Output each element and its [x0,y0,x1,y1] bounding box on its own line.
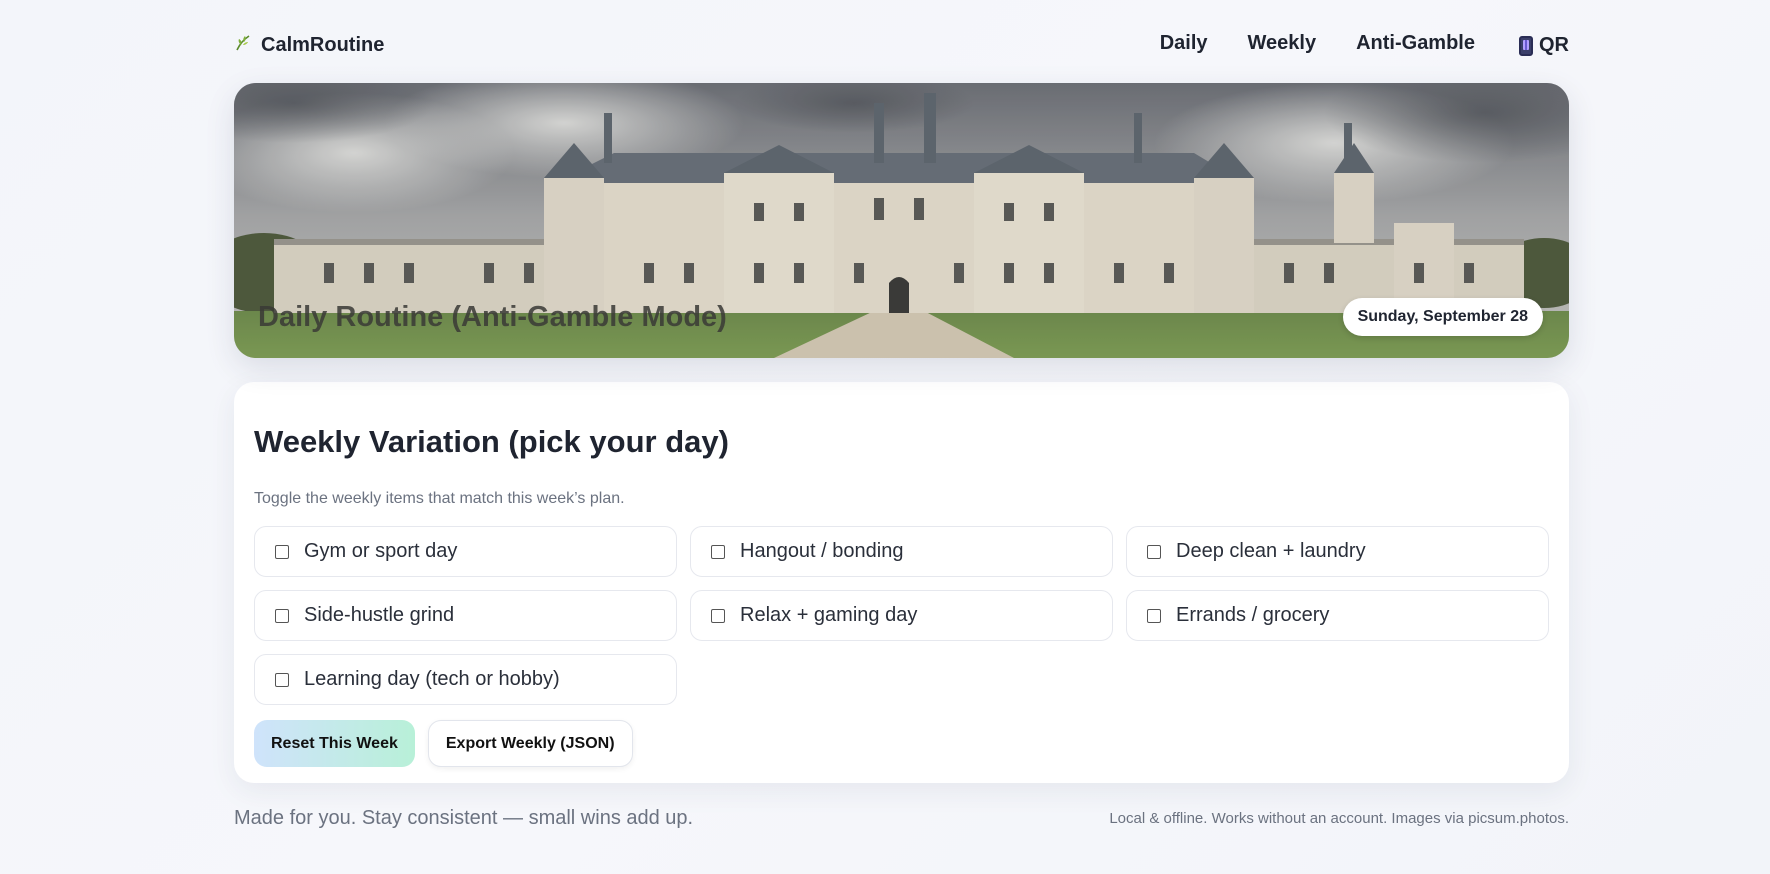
top-nav: CalmRoutine Daily Weekly Anti-Gamble QR [234,0,1569,83]
weekly-item-label: Deep clean + laundry [1176,540,1366,562]
checkbox[interactable] [1147,544,1161,559]
date-badge: Sunday, September 28 [1342,298,1543,336]
nav-link-qr[interactable]: QR [1519,34,1569,57]
footer: Made for you. Stay consistent — small wi… [234,807,1569,830]
nav-link-weekly[interactable]: Weekly [1248,32,1317,55]
weekly-item-label: Learning day (tech or hobby) [304,668,560,690]
section-title: Weekly Variation (pick your day) [254,424,729,459]
weekly-item-gym[interactable]: Gym or sport day [254,526,677,577]
weekly-item-label: Relax + gaming day [740,604,918,626]
phone-icon [1519,35,1533,56]
checkbox[interactable] [275,544,289,559]
footer-tagline: Made for you. Stay consistent — small wi… [234,807,694,829]
brand-logo[interactable]: CalmRoutine [234,34,384,57]
nav-link-daily[interactable]: Daily [1160,32,1208,55]
leaf-icon [234,34,252,57]
page: CalmRoutine Daily Weekly Anti-Gamble QR [234,0,1569,830]
checkbox[interactable] [1147,608,1161,623]
weekly-item-side-hustle[interactable]: Side-hustle grind [254,590,677,641]
weekly-item-label: Hangout / bonding [740,540,904,562]
weekly-variation-card: Weekly Variation (pick your day) Toggle … [234,382,1569,783]
checkbox[interactable] [275,672,289,687]
weekly-item-relax-gaming[interactable]: Relax + gaming day [690,590,1113,641]
weekly-item-label: Gym or sport day [304,540,458,562]
section-subtitle: Toggle the weekly items that match this … [254,490,625,507]
weekly-items-grid: Gym or sport day Hangout / bonding Deep … [254,526,1549,705]
weekly-item-deep-clean[interactable]: Deep clean + laundry [1126,526,1549,577]
weekly-item-label: Side-hustle grind [304,604,455,626]
checkbox[interactable] [711,608,725,623]
weekly-item-errands[interactable]: Errands / grocery [1126,590,1549,641]
footer-note: Local & offline. Works without an accoun… [1109,810,1569,827]
reset-week-button[interactable]: Reset This Week [254,720,415,767]
weekly-item-learning[interactable]: Learning day (tech or hobby) [254,654,677,705]
nav-link-anti-gamble[interactable]: Anti-Gamble [1356,32,1475,55]
hero-banner: Daily Routine (Anti-Gamble Mode) Sunday,… [234,83,1569,358]
weekly-item-label: Errands / grocery [1176,604,1330,626]
weekly-item-hangout[interactable]: Hangout / bonding [690,526,1113,577]
qr-label: QR [1539,34,1569,56]
brand-name: CalmRoutine [261,34,385,56]
export-weekly-button[interactable]: Export Weekly (JSON) [427,720,633,767]
hero-title: Daily Routine (Anti-Gamble Mode) [258,301,727,333]
weekly-actions: Reset This Week Export Weekly (JSON) [254,720,1549,767]
checkbox[interactable] [275,608,289,623]
checkbox[interactable] [711,544,725,559]
nav-links: Daily Weekly Anti-Gamble QR [1160,30,1569,57]
